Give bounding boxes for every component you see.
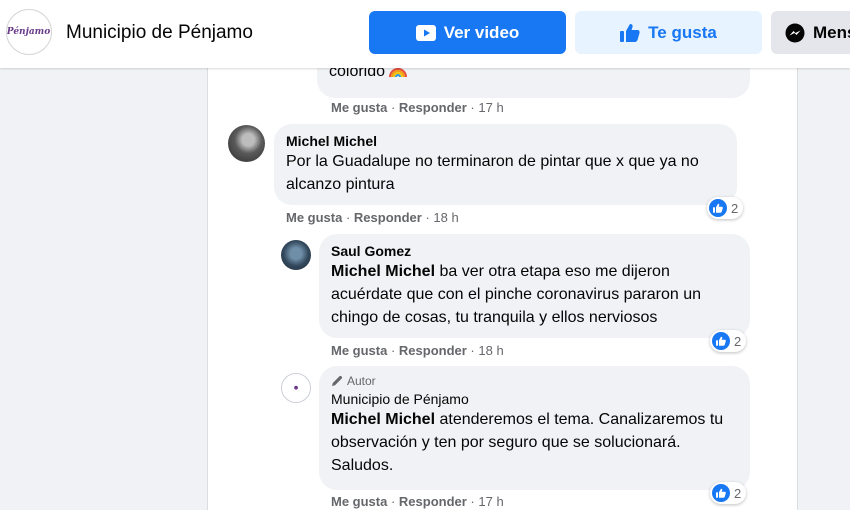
- avatar[interactable]: [228, 125, 265, 162]
- like-reaction-icon: [712, 484, 730, 502]
- messenger-icon: [785, 23, 805, 43]
- logo-text: Pénjamo: [6, 27, 51, 37]
- logo-mark-icon: ●: [293, 385, 299, 391]
- mention-link[interactable]: Michel Michel: [331, 263, 435, 280]
- comments-section: colorido Me gusta · Responder · 17 h Mic…: [207, 0, 798, 510]
- comment-timestamp[interactable]: 17 h: [478, 494, 503, 509]
- watch-video-button[interactable]: Ver video: [369, 11, 566, 54]
- comment-timestamp[interactable]: 18 h: [433, 210, 458, 225]
- avatar[interactable]: [281, 240, 311, 270]
- comment-author[interactable]: Municipio de Pénjamo: [331, 390, 738, 408]
- author-badge: Autor: [331, 374, 738, 388]
- like-reaction-icon: [709, 199, 727, 217]
- mention-link[interactable]: Michel Michel: [331, 411, 435, 428]
- reply-link[interactable]: Responder: [399, 100, 467, 115]
- page-avatar[interactable]: Pénjamo: [6, 9, 52, 55]
- reply-bubble: Saul Gomez Michel Michel ba ver otra eta…: [319, 234, 750, 338]
- reaction-count[interactable]: 2: [707, 197, 744, 219]
- page-header: Pénjamo Municipio de Pénjamo Ver video T…: [0, 0, 850, 68]
- comment-timestamp[interactable]: 18 h: [478, 343, 503, 358]
- like-reaction-icon: [712, 332, 730, 350]
- reply-link[interactable]: Responder: [399, 494, 467, 509]
- message-label: Mensaje: [813, 22, 850, 42]
- reply-bubble: Autor Municipio de Pénjamo Michel Michel…: [319, 366, 750, 490]
- comment-bubble: Michel Michel Por la Guadalupe no termin…: [274, 124, 737, 205]
- reply-link[interactable]: Responder: [399, 343, 467, 358]
- like-page-label: Te gusta: [648, 22, 717, 42]
- play-icon: [415, 24, 436, 41]
- comment-timestamp[interactable]: 17 h: [478, 100, 503, 115]
- like-comment-link[interactable]: Me gusta: [331, 494, 387, 509]
- like-page-button[interactable]: Te gusta: [575, 11, 762, 54]
- page-title[interactable]: Municipio de Pénjamo: [66, 22, 253, 44]
- comment-actions: Me gusta · Responder · 18 h: [286, 210, 459, 225]
- message-button[interactable]: Mensaje: [771, 11, 850, 54]
- thumbs-up-icon: [620, 23, 640, 42]
- comment-actions: Me gusta · Responder · 17 h: [331, 100, 504, 115]
- like-comment-link[interactable]: Me gusta: [331, 343, 387, 358]
- reply-link[interactable]: Responder: [354, 210, 422, 225]
- reaction-count[interactable]: 2: [710, 330, 747, 352]
- avatar[interactable]: ●: [281, 373, 311, 403]
- watch-video-label: Ver video: [443, 22, 520, 42]
- pencil-icon: [332, 375, 343, 386]
- comment-actions: Me gusta · Responder · 17 h: [331, 494, 504, 509]
- comment-author[interactable]: Saul Gomez: [331, 242, 738, 260]
- like-comment-link[interactable]: Me gusta: [286, 210, 342, 225]
- comment-actions: Me gusta · Responder · 18 h: [331, 343, 504, 358]
- comment-text: Por la Guadalupe no terminaron de pintar…: [286, 153, 699, 193]
- reaction-count[interactable]: 2: [710, 482, 747, 504]
- comment-author[interactable]: Michel Michel: [286, 132, 725, 150]
- like-comment-link[interactable]: Me gusta: [331, 100, 387, 115]
